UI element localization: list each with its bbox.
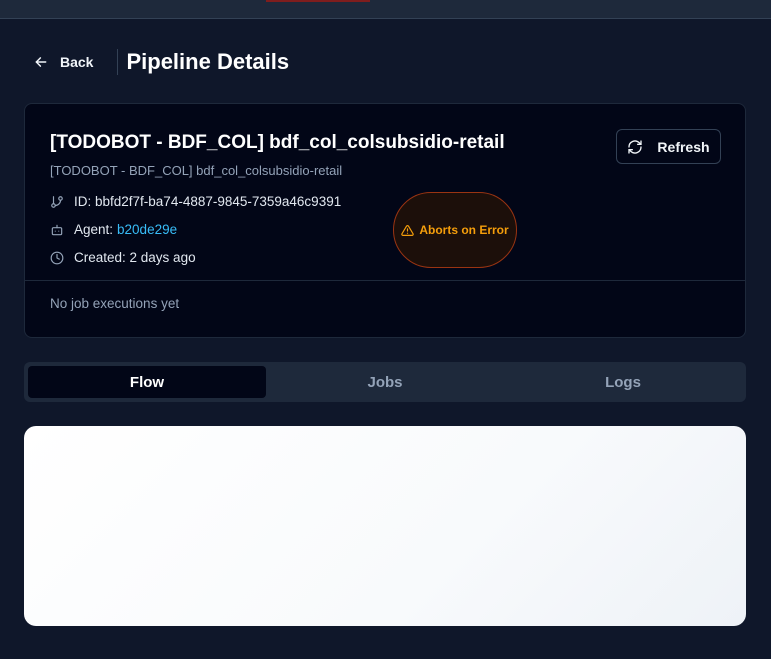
pipeline-name: [TODOBOT - BDF_COL] bdf_col_colsubsidio-… [50,132,505,153]
pipeline-card: [TODOBOT - BDF_COL] bdf_col_colsubsidio-… [24,103,746,338]
refresh-label: Refresh [657,138,710,155]
pipeline-id-row: ID: bbfd2f7f-ba74-4887-9845-7359a46c9391 [50,194,341,209]
tab-bar: Flow Jobs Logs [24,362,746,402]
agent-label: Agent: [74,222,114,237]
back-label: Back [60,54,94,70]
pipeline-created-row: Created: 2 days ago [50,250,196,265]
pipeline-subtitle: [TODOBOT - BDF_COL] bdf_col_colsubsidio-… [50,163,343,178]
back-button[interactable]: Back [24,44,103,80]
pipeline-agent-row: Agent: b20de29e [50,222,177,237]
no-jobs-message: No job executions yet [50,296,180,311]
flow-canvas[interactable] [24,426,746,626]
top-bar-accent [266,0,370,2]
created-text: Created: 2 days ago [74,250,196,265]
warning-triangle-icon [401,224,415,236]
top-bar [0,0,771,19]
pipeline-id: ID: bbfd2f7f-ba74-4887-9845-7359a46c9391 [74,194,342,209]
tab-logs[interactable]: Logs [504,366,742,398]
agent-link[interactable]: b20de29e [117,222,177,237]
card-divider [25,280,745,281]
arrow-left-icon [35,57,47,67]
clock-icon [50,251,64,264]
tab-jobs[interactable]: Jobs [266,366,504,398]
header-divider [117,49,119,75]
page-header: Back Pipeline Details [24,44,289,80]
aborts-on-error-badge: Aborts on Error [393,192,517,268]
bot-icon [51,224,63,235]
git-branch-icon [51,195,63,208]
refresh-icon [628,139,643,154]
refresh-button[interactable]: Refresh [616,129,721,164]
badge-label: Aborts on Error [419,223,509,237]
page-title: Pipeline Details [126,49,290,74]
tab-flow[interactable]: Flow [28,366,266,398]
